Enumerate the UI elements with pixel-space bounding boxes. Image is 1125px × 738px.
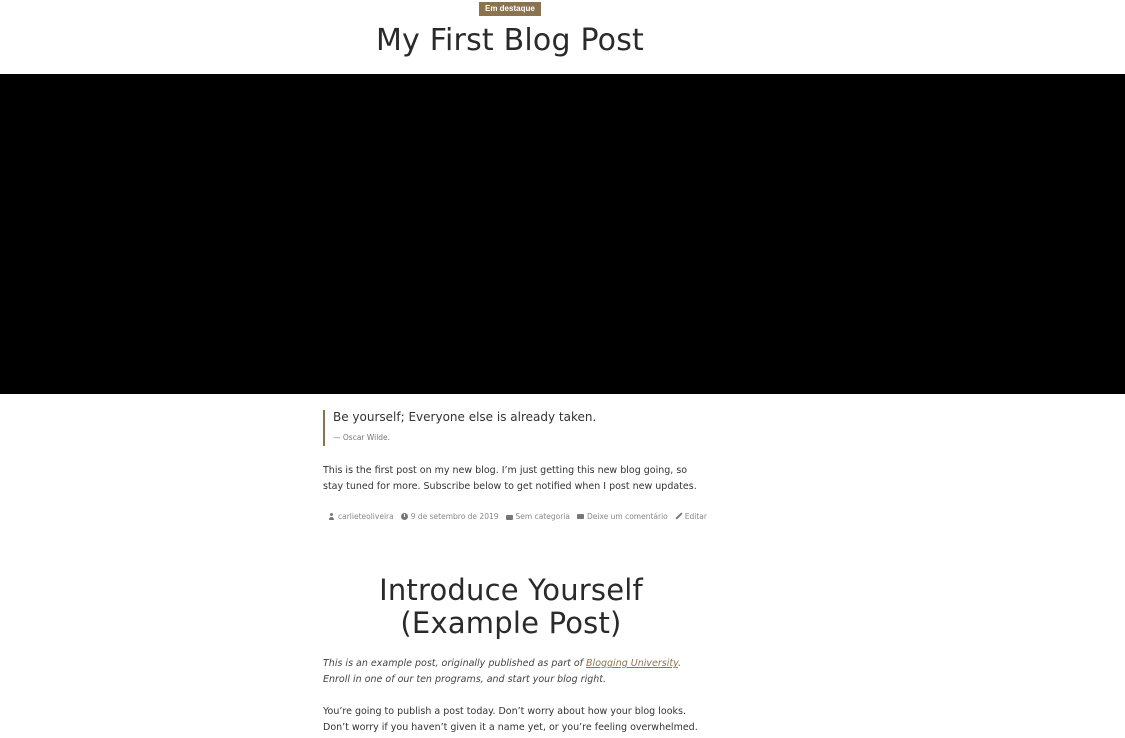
author-name: carlieteoliveira <box>338 512 394 521</box>
post-title-2[interactable]: Introduce Yourself (Example Post) <box>323 574 699 640</box>
author-icon <box>328 513 335 520</box>
quote-text: Be yourself; Everyone else is already ta… <box>333 410 597 424</box>
date-link[interactable]: 9 de setembro de 2019 <box>400 512 499 521</box>
edit-label: Editar <box>684 512 707 521</box>
post-date: 9 de setembro de 2019 <box>410 512 499 521</box>
edit-link[interactable]: Editar <box>675 512 707 521</box>
comment-label: Deixe um comentário <box>586 512 668 521</box>
category-name: Sem categoria <box>515 512 570 521</box>
blogging-university-link[interactable]: Blogging University <box>586 658 678 669</box>
post-meta: carlieteoliveira 9 de setembro de 2019 S… <box>323 512 708 521</box>
post-body: This is the first post on my new blog. I… <box>323 465 697 492</box>
clock-icon <box>400 513 408 520</box>
post-intro: This is an example post, originally publ… <box>323 656 703 688</box>
pencil-icon <box>675 513 682 520</box>
author-link[interactable]: carlieteoliveira <box>328 512 394 521</box>
post-title[interactable]: My First Blog Post <box>0 22 1020 60</box>
featured-badge[interactable]: Em destaque <box>479 2 541 16</box>
featured-image <box>0 74 1125 394</box>
quote-citation: — Oscar Wilde. <box>333 433 391 442</box>
folder-icon <box>505 514 513 520</box>
category-link[interactable]: Sem categoria <box>505 512 570 521</box>
blockquote: Be yourself; Everyone else is already ta… <box>323 410 703 446</box>
intro-text-start: This is an example post, originally publ… <box>323 658 587 669</box>
post-body-2: You’re going to publish a post today. Do… <box>323 706 698 733</box>
comment-icon <box>576 514 584 519</box>
page: Em destaque My First Blog Post Be yourse… <box>0 0 1125 738</box>
comment-link[interactable]: Deixe um comentário <box>576 512 668 521</box>
